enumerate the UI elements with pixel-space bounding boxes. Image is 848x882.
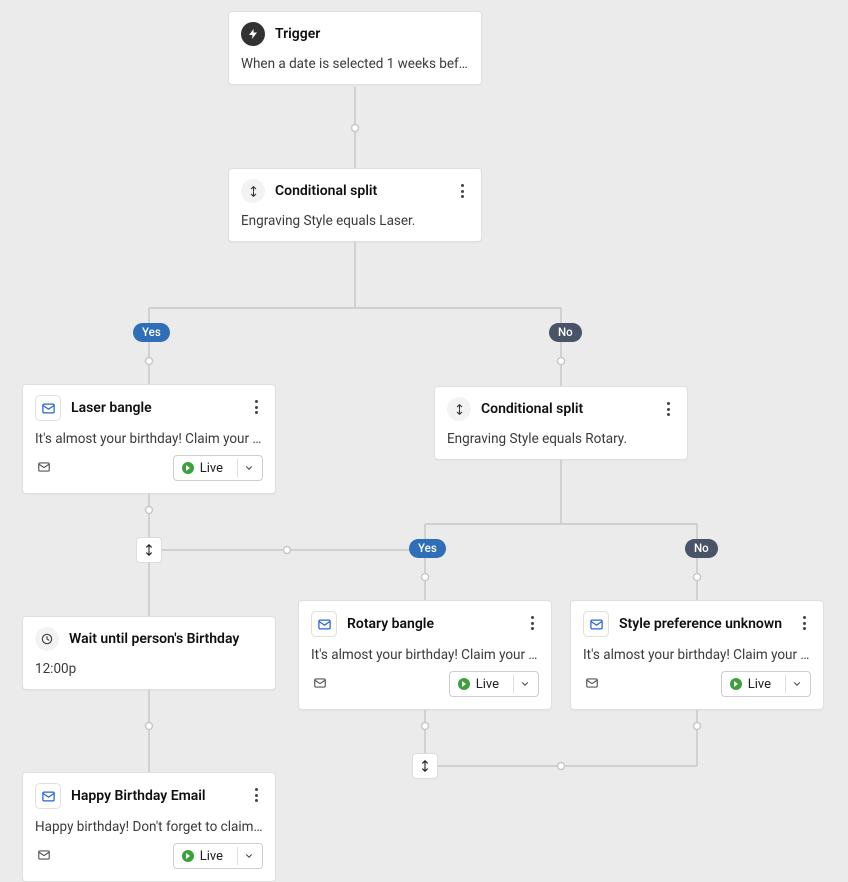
status-label: Live — [476, 677, 499, 692]
node-email-style-unknown[interactable]: Style preference unknown It's almost you… — [570, 600, 824, 710]
node-wait[interactable]: Wait until person's Birthday 12:00p — [22, 616, 276, 690]
mail-icon — [35, 783, 61, 809]
node-desc: It's almost your birthday! Claim your fr… — [35, 431, 263, 447]
clock-icon — [35, 627, 59, 651]
bolt-icon — [241, 22, 265, 46]
node-desc: Engraving Style equals Laser. — [241, 213, 469, 229]
node-desc: 12:00p — [35, 661, 263, 677]
branch-label-no: No — [549, 323, 582, 342]
node-title: Conditional split — [275, 183, 377, 199]
node-desc: Happy birthday! Don't forget to claim yo… — [35, 819, 263, 835]
node-title: Rotary bangle — [347, 616, 434, 632]
merge-node[interactable] — [136, 537, 162, 563]
node-title: Style preference unknown — [619, 616, 782, 632]
branch-label-no: No — [685, 539, 718, 558]
node-desc: It's almost your birthday! Claim your fr… — [583, 647, 811, 663]
more-button[interactable] — [451, 180, 473, 202]
node-desc: Engraving Style equals Rotary. — [447, 431, 675, 447]
split-merge-icon — [142, 543, 156, 557]
play-status-icon — [182, 850, 194, 862]
node-email-laser-bangle[interactable]: Laser bangle It's almost your birthday! … — [22, 384, 276, 494]
node-conditional-split[interactable]: Conditional split Engraving Style equals… — [434, 386, 688, 460]
status-dropdown[interactable]: Live — [449, 671, 539, 697]
node-desc: When a date is selected 1 weeks before p… — [241, 56, 469, 72]
play-status-icon — [182, 462, 194, 474]
status-label: Live — [748, 677, 771, 692]
status-label: Live — [200, 849, 223, 864]
branch-label-yes: Yes — [409, 539, 446, 558]
status-dropdown[interactable]: Live — [173, 455, 263, 481]
node-desc: It's almost your birthday! Claim your fr… — [311, 647, 539, 663]
node-title: Trigger — [275, 26, 320, 42]
chevron-down-icon — [516, 679, 538, 689]
split-icon — [447, 397, 471, 421]
chevron-down-icon — [240, 463, 262, 473]
chevron-down-icon — [788, 679, 810, 689]
channel-icon — [35, 847, 53, 866]
merge-node[interactable] — [412, 753, 438, 779]
more-button[interactable] — [657, 398, 679, 420]
node-title: Conditional split — [481, 401, 583, 417]
node-title: Laser bangle — [71, 400, 152, 416]
split-merge-icon — [418, 759, 432, 773]
channel-icon — [583, 675, 601, 694]
node-title: Happy Birthday Email — [71, 788, 206, 804]
play-status-icon — [730, 678, 742, 690]
flow-canvas: Yes No Yes No Trigger When a date is sel… — [0, 0, 848, 874]
more-button[interactable] — [245, 396, 267, 418]
node-email-rotary-bangle[interactable]: Rotary bangle It's almost your birthday!… — [298, 600, 552, 710]
chevron-down-icon — [240, 851, 262, 861]
mail-icon — [35, 395, 61, 421]
node-conditional-split[interactable]: Conditional split Engraving Style equals… — [228, 168, 482, 242]
branch-label-yes: Yes — [133, 323, 170, 342]
mail-icon — [583, 611, 609, 637]
status-dropdown[interactable]: Live — [173, 843, 263, 869]
status-label: Live — [200, 461, 223, 476]
status-dropdown[interactable]: Live — [721, 671, 811, 697]
more-button[interactable] — [245, 784, 267, 806]
mail-icon — [311, 611, 337, 637]
channel-icon — [311, 675, 329, 694]
more-button[interactable] — [793, 612, 815, 634]
node-email-happy-birthday[interactable]: Happy Birthday Email Happy birthday! Don… — [22, 772, 276, 882]
node-title: Wait until person's Birthday — [69, 631, 239, 647]
channel-icon — [35, 459, 53, 478]
play-status-icon — [458, 678, 470, 690]
split-icon — [241, 179, 265, 203]
more-button[interactable] — [521, 612, 543, 634]
node-trigger[interactable]: Trigger When a date is selected 1 weeks … — [228, 11, 482, 85]
